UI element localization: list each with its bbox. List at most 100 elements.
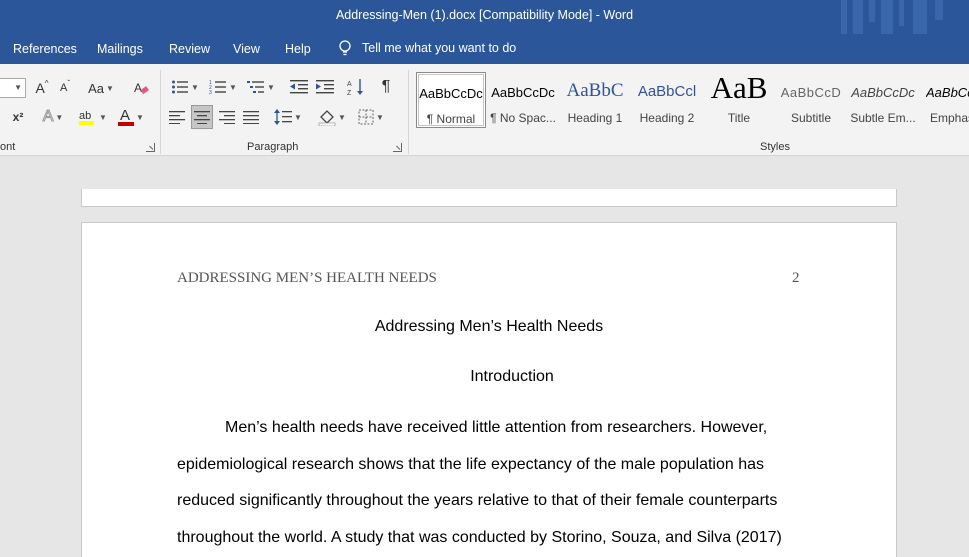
document-title: Addressing Men’s Health Needs [374,318,604,335]
group-separator [160,70,161,154]
multilevel-list-icon [247,81,265,93]
decrease-indent-button[interactable] [288,76,310,98]
eraser-icon: A [134,81,149,95]
chevron-down-icon: ▼ [105,83,114,93]
style-sample: AaBbCcDc [419,86,483,101]
body-text-line: throughout the world. A study that was c… [177,529,782,546]
superscript-button[interactable]: x² [8,106,28,128]
section-heading: Introduction [470,368,554,385]
borders-button[interactable]: ▼ [354,106,388,128]
align-left-button[interactable] [166,106,188,128]
chevron-down-icon: ▼ [267,82,275,92]
style-sample: AaBbCcDc [491,85,555,100]
running-head: ADDRESSING MEN’S HEALTH NEEDS [177,270,437,286]
text-effects-label: A [42,108,54,126]
decrease-indent-icon [290,80,308,94]
font-color-swatch [118,122,135,126]
style-sample: AaBbCcD [780,85,842,100]
bullet-list-icon [172,80,189,94]
title-bar-decoration [829,0,969,34]
sort-button[interactable]: A Z [345,76,367,98]
line-spacing-icon [274,109,293,125]
style-heading-2[interactable]: AaBbCcl Heading 2 [632,72,702,128]
chevron-down-icon: ▼ [338,112,346,122]
font-dialog-launcher[interactable] [146,143,155,152]
styles-gallery: AaBbCcDc ¶ Normal AaBbCcDc ¶ No Spac... … [415,70,969,132]
style-name: Heading 1 [567,111,623,125]
caret-up-icon: ^ [44,78,49,88]
grow-font-button[interactable]: A ^ [33,77,51,99]
title-bar: Addressing-Men (1).docx [Compatibility M… [0,0,969,34]
numbered-list-icon: 1 2 3 [209,80,227,95]
align-right-button[interactable] [216,106,238,128]
borders-icon [358,109,374,125]
style-name: ¶ No Spac... [490,111,556,125]
page-number: 2 [792,270,800,286]
tab-mailings[interactable]: Mailings [97,42,143,56]
change-case-label: Aa [88,80,104,96]
style-name: Heading 2 [639,111,695,125]
highlighter-icon: ab [79,110,95,125]
shrink-font-button[interactable]: Aˇ [56,77,74,99]
style-sample: AaBbCcDc [851,85,915,100]
justify-button[interactable] [240,106,262,128]
style-no-spacing[interactable]: AaBbCcDc ¶ No Spac... [488,72,558,128]
tab-references[interactable]: References [13,42,77,56]
style-subtle-emphasis[interactable]: AaBbCcDc Subtle Em... [848,72,918,128]
shading-button[interactable]: ▼ [315,106,349,128]
chevron-down-icon: ▼ [14,83,22,92]
change-case-button[interactable]: Aa ▼ [84,77,118,99]
style-sample: AaB [710,72,768,105]
style-name: Emphas [930,111,969,125]
tell-me-search[interactable]: Tell me what you want to do [338,40,516,56]
superscript-label: x² [12,110,24,124]
text-effects-button[interactable]: A ▼ [37,106,69,128]
chevron-down-icon: ▼ [55,112,64,122]
tab-help[interactable]: Help [285,42,311,56]
previous-page-bottom[interactable] [81,189,897,207]
multilevel-list-button[interactable]: ▼ [244,76,278,98]
style-normal[interactable]: AaBbCcDc ¶ Normal [416,72,486,128]
window-title: Addressing-Men (1).docx [Compatibility M… [335,8,634,22]
style-title[interactable]: AaB Title [704,72,774,128]
chevron-down-icon: ▼ [376,112,384,122]
font-color-button[interactable]: A ▼ [114,106,148,128]
shrink-font-label: A [59,82,68,94]
ribbon-tab-bar: References Mailings Review View Help Tel… [0,34,969,64]
highlight-button[interactable]: ab ▼ [75,106,109,128]
body-text-line: epidemiological research shows that the … [177,456,765,473]
paragraph-dialog-launcher[interactable] [393,143,402,152]
align-center-icon [194,111,210,124]
align-right-icon [219,111,235,124]
tab-review[interactable]: Review [169,42,210,56]
justify-icon [243,111,259,124]
clear-formatting-button[interactable]: A [130,77,152,99]
svg-text:A: A [347,81,352,88]
numbering-button[interactable]: 1 2 3 ▼ [206,76,240,98]
increase-indent-button[interactable] [314,76,336,98]
font-size-box[interactable]: ▼ [0,78,26,98]
align-left-icon [169,111,185,124]
style-name: Title [727,111,751,125]
tab-view[interactable]: View [233,42,260,56]
style-heading-1[interactable]: AaBbC Heading 1 [560,72,630,128]
ribbon: ▼ A ^ Aˇ Aa ▼ A x² A ▼ ab ▼ A ▼ ont ▼ 1 … [0,64,969,156]
chevron-down-icon: ▼ [99,112,107,122]
line-spacing-button[interactable]: ▼ [271,106,305,128]
body-text-line: reduced significantly throughout the yea… [177,492,778,509]
chevron-down-icon: ▼ [191,82,199,92]
font-group-label: ont [0,141,16,153]
svg-text:Z: Z [347,90,352,96]
style-emphasis[interactable]: AaBbCc Emphas [920,72,969,128]
svg-text:A: A [134,81,142,95]
group-separator [408,70,409,154]
sort-icon: A Z [347,79,363,96]
caret-down-icon: ˇ [67,78,70,88]
bullets-button[interactable]: ▼ [168,76,202,98]
body-text-line: Men’s health needs have received little … [225,419,768,436]
show-formatting-button[interactable]: ¶ [375,76,397,98]
style-subtitle[interactable]: AaBbCcD Subtitle [776,72,846,128]
lightbulb-icon [339,40,351,56]
styles-group-label: Styles [760,141,790,153]
align-center-button[interactable] [191,105,213,129]
